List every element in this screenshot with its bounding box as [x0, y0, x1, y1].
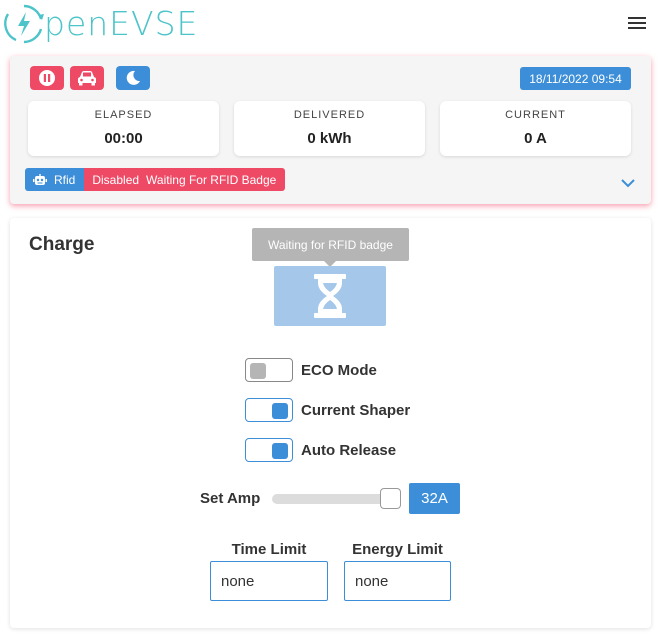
moon-icon [126, 70, 140, 85]
set-amp-label: Set Amp [200, 490, 261, 507]
delivered-card: DELIVERED 0 kWh [234, 101, 425, 156]
car-icon [78, 71, 96, 86]
charge-panel: Charge Waiting for RFID badge ECO Mode C… [10, 218, 651, 628]
rfid-label: Rfid [54, 172, 76, 187]
rfid-message: Waiting For RFID Badge [146, 172, 277, 187]
status-panel: 18/11/2022 09:54 ELAPSED 00:00 DELIVERED… [10, 56, 651, 204]
elapsed-card: ELAPSED 00:00 [28, 101, 219, 156]
amp-slider-track[interactable] [272, 494, 396, 504]
elapsed-label: ELAPSED [94, 109, 153, 121]
hamburger-menu-icon[interactable] [626, 14, 648, 32]
charge-state-button[interactable] [274, 266, 386, 326]
current-shaper-label: Current Shaper [301, 401, 411, 419]
auto-release-toggle[interactable] [245, 438, 293, 462]
pause-icon [39, 70, 55, 86]
rfid-state: Disabled [92, 172, 140, 187]
energy-limit-label: Energy Limit [352, 541, 443, 558]
current-shaper-toggle[interactable] [245, 398, 293, 422]
rfid-state-badge: Disabled Waiting For RFID Badge [84, 168, 286, 191]
app-header: penEVSE [0, 0, 662, 52]
energy-limit-input[interactable] [344, 561, 451, 601]
rfid-status-row: Rfid Disabled Waiting For RFID Badge [25, 168, 286, 191]
current-shaper-row: Current Shaper [245, 398, 410, 422]
current-card: CURRENT 0 A [440, 101, 631, 156]
amp-slider-thumb[interactable] [380, 488, 401, 509]
eco-mode-row: ECO Mode [245, 358, 377, 382]
eco-mode-toggle[interactable] [245, 358, 293, 382]
elapsed-value: 00:00 [104, 130, 143, 147]
vehicle-button[interactable] [70, 66, 104, 90]
robot-icon [33, 173, 47, 185]
current-label: CURRENT [505, 109, 566, 121]
time-limit-label: Time Limit [231, 541, 307, 558]
current-value: 0 A [524, 130, 547, 147]
hourglass-icon [314, 274, 346, 318]
delivered-label: DELIVERED [293, 109, 366, 121]
datetime-badge: 18/11/2022 09:54 [520, 67, 631, 90]
pause-button[interactable] [30, 66, 64, 90]
charge-title: Charge [29, 234, 95, 255]
openevse-logo[interactable]: penEVSE [2, 2, 198, 46]
logo-text: penEVSE [44, 4, 199, 43]
auto-release-label: Auto Release [301, 441, 397, 459]
time-limit-input[interactable] [210, 561, 328, 601]
lightning-ring-icon [4, 4, 44, 44]
sleep-button[interactable] [116, 66, 150, 90]
chevron-down-icon[interactable] [620, 176, 636, 188]
amp-value-badge: 32A [409, 483, 460, 514]
status-tooltip: Waiting for RFID badge [252, 228, 409, 261]
eco-mode-label: ECO Mode [301, 361, 377, 379]
delivered-value: 0 kWh [307, 130, 352, 147]
rfid-tag: Rfid [25, 168, 85, 191]
auto-release-row: Auto Release [245, 438, 396, 462]
